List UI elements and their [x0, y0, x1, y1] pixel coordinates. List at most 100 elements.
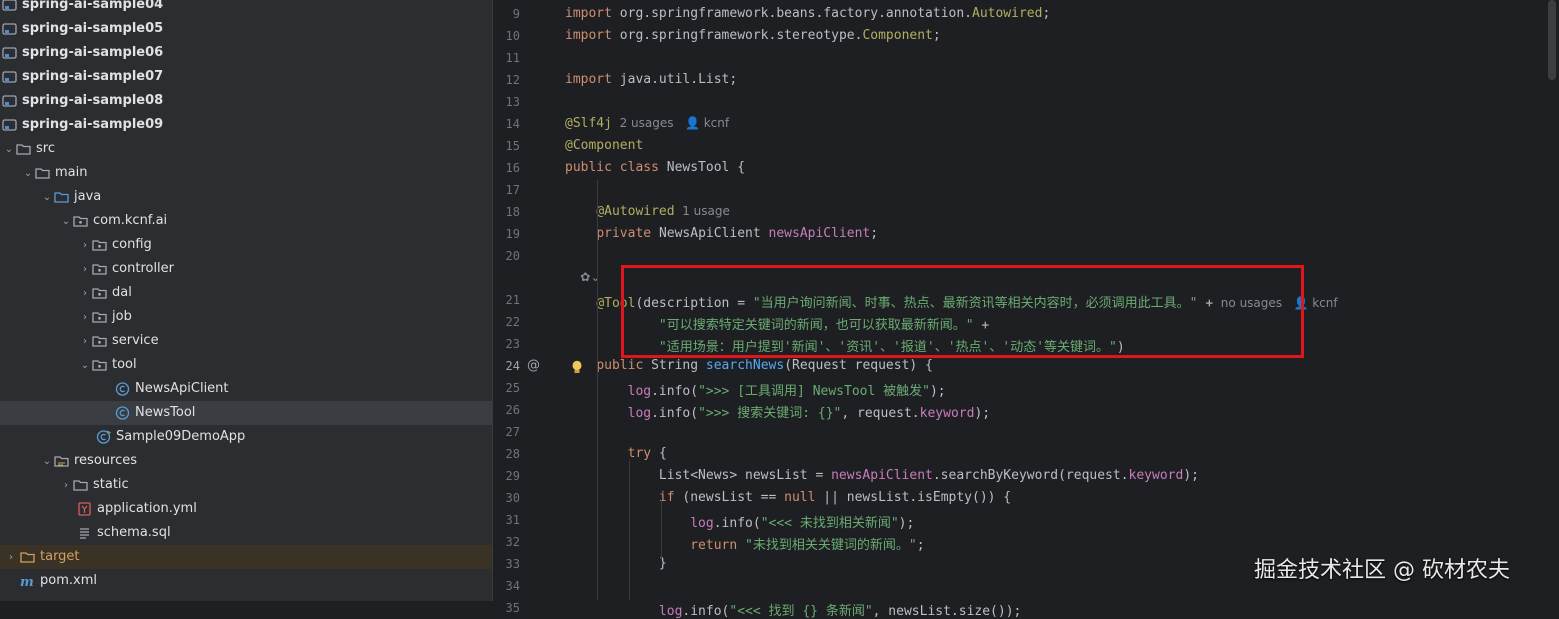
tree-node-static[interactable]: › static	[0, 473, 492, 497]
code-line[interactable]: log.info(">>> 搜索关键词: {}", request.keywor…	[565, 402, 990, 421]
tree-node-config[interactable]: › config	[0, 233, 492, 257]
tree-node-spring-ai-sample06[interactable]: spring-ai-sample06	[0, 41, 492, 65]
code-line[interactable]: import org.springframework.beans.factory…	[565, 6, 1050, 21]
code-line[interactable]: private NewsApiClient newsApiClient;	[565, 226, 878, 241]
collapse-chevron-icon[interactable]: ›	[78, 336, 92, 347]
code-token: .info(	[713, 516, 761, 531]
code-line[interactable]: log.info("<<< 找到 {} 条新闻", newsList.size(…	[565, 600, 1021, 619]
tree-node-java[interactable]: ⌄ java	[0, 185, 492, 209]
tree-node-target[interactable]: › target	[0, 545, 492, 569]
tree-node-sample09demoapp[interactable]: Sample09DemoApp	[0, 425, 492, 449]
tree-node-service[interactable]: › service	[0, 329, 492, 353]
java-class-icon	[115, 382, 130, 396]
collapse-chevron-icon[interactable]: ›	[2, 552, 20, 563]
tree-node-spring-ai-sample07[interactable]: spring-ai-sample07	[0, 65, 492, 89]
line-number: 21	[505, 293, 520, 307]
collapse-chevron-icon[interactable]: ›	[78, 264, 92, 275]
expand-chevron-icon[interactable]: ⌄	[78, 360, 92, 371]
code-line[interactable]: import org.springframework.stereotype.Co…	[565, 28, 941, 43]
code-token: , request.	[841, 406, 920, 421]
tree-node-spring-ai-sample08[interactable]: spring-ai-sample08	[0, 89, 492, 113]
code-line[interactable]: import java.util.List;	[565, 72, 737, 87]
code-line[interactable]: log.info(">>> [工具调用] NewsTool 被触发");	[565, 380, 946, 399]
tree-node-newstool[interactable]: NewsTool	[0, 401, 492, 425]
tree-node-dal[interactable]: › dal	[0, 281, 492, 305]
code-line[interactable]: @Slf4j 2 usages 👤 kcnf	[565, 116, 729, 131]
code-token: );	[974, 406, 991, 421]
spring-app-class-icon	[96, 430, 112, 444]
code-line[interactable]: List<News> newsList = newsApiClient.sear…	[565, 468, 1199, 483]
tree-node-newsapiclient[interactable]: NewsApiClient	[0, 377, 492, 401]
line-number: 14	[505, 117, 520, 131]
tree-node-label: target	[40, 549, 80, 564]
package-icon	[92, 334, 107, 348]
code-line[interactable]: @Autowired 1 usage	[565, 204, 730, 219]
collapse-chevron-icon[interactable]: ›	[78, 240, 92, 251]
code-line[interactable]: try {	[565, 446, 667, 461]
code-token: );	[929, 384, 946, 399]
tree-node-schema-sql[interactable]: schema.sql	[0, 521, 492, 545]
expand-chevron-icon[interactable]: ⌄	[40, 192, 54, 203]
inlay-hint[interactable]: 1 usage	[675, 204, 730, 218]
indent-guide	[661, 500, 662, 560]
tree-node-main[interactable]: ⌄ main	[0, 161, 492, 185]
line-number: 17	[505, 183, 520, 197]
code-token: null	[784, 490, 824, 505]
lightbulb-icon[interactable]	[571, 360, 583, 375]
editor-scrollbar[interactable]	[1548, 0, 1556, 80]
implementation-gutter-icon[interactable]: @	[527, 358, 540, 373]
code-line[interactable]: @Component	[565, 138, 643, 153]
expand-chevron-icon[interactable]: ⌄	[59, 216, 73, 227]
code-token: org.springframework.stereotype.	[619, 28, 863, 43]
expand-chevron-icon[interactable]: ⌄	[40, 456, 54, 467]
inlay-hint[interactable]: 2 usages 👤 kcnf	[612, 116, 730, 130]
tree-node-label: Sample09DemoApp	[116, 429, 246, 444]
collapse-chevron-icon[interactable]: ›	[59, 480, 73, 491]
code-line[interactable]: if (newsList == null || newsList.isEmpty…	[565, 490, 1011, 505]
code-line[interactable]: return "未找到相关关键词的新闻。";	[565, 534, 925, 553]
code-line[interactable]: log.info("<<< 未找到相关新闻");	[565, 512, 914, 531]
code-token: newsApiClient	[831, 468, 933, 483]
tree-node-spring-ai-sample04[interactable]: spring-ai-sample04	[0, 0, 492, 17]
code-line[interactable]: public String searchNews(Request request…	[565, 358, 933, 373]
code-token: }	[565, 556, 667, 571]
tree-node-resources[interactable]: ⌄ resources	[0, 449, 492, 473]
line-number: 22	[505, 315, 520, 329]
tree-node-tool[interactable]: ⌄ tool	[0, 353, 492, 377]
code-token: Autowired	[972, 6, 1043, 21]
expand-chevron-icon[interactable]: ⌄	[2, 144, 16, 155]
code-token: searchNews	[705, 358, 785, 373]
indent-guide	[629, 460, 630, 600]
line-number: 26	[505, 403, 520, 417]
source-folder-icon	[54, 190, 69, 204]
tree-node-pom-xml[interactable]: m pom.xml	[0, 569, 492, 593]
tree-node-spring-ai-sample09[interactable]: spring-ai-sample09	[0, 113, 492, 137]
code-token: ;	[916, 538, 925, 553]
line-number: 16	[505, 161, 520, 175]
tree-node-src[interactable]: ⌄ src	[0, 137, 492, 161]
line-number: 12	[505, 73, 520, 87]
tree-node-application-yml[interactable]: application.yml	[0, 497, 492, 521]
inlay-hint[interactable]: ✿⌄	[565, 270, 600, 284]
tree-node-label: spring-ai-sample09	[22, 117, 164, 132]
tree-node-spring-ai-sample05[interactable]: spring-ai-sample05	[0, 17, 492, 41]
code-token: ">>> 搜索关键词: {}"	[698, 406, 842, 421]
svg-text:m: m	[20, 575, 34, 588]
code-token: .info(	[651, 384, 699, 399]
expand-chevron-icon[interactable]: ⌄	[21, 168, 35, 179]
tree-node-com-kcnf-ai[interactable]: ⌄ com.kcnf.ai	[0, 209, 492, 233]
code-line[interactable]: }	[565, 556, 667, 571]
collapse-chevron-icon[interactable]: ›	[78, 312, 92, 323]
collapse-chevron-icon[interactable]: ›	[78, 288, 92, 299]
code-line[interactable]: ✿⌄	[565, 270, 600, 285]
tree-node-label: com.kcnf.ai	[93, 213, 168, 228]
tree-node-job[interactable]: › job	[0, 305, 492, 329]
code-line[interactable]: public class NewsTool {	[565, 160, 745, 175]
tree-node-controller[interactable]: › controller	[0, 257, 492, 281]
code-token: keyword	[919, 406, 975, 421]
tree-node-label: service	[112, 333, 159, 348]
tree-node-label: dal	[112, 285, 132, 300]
package-icon	[92, 310, 107, 324]
